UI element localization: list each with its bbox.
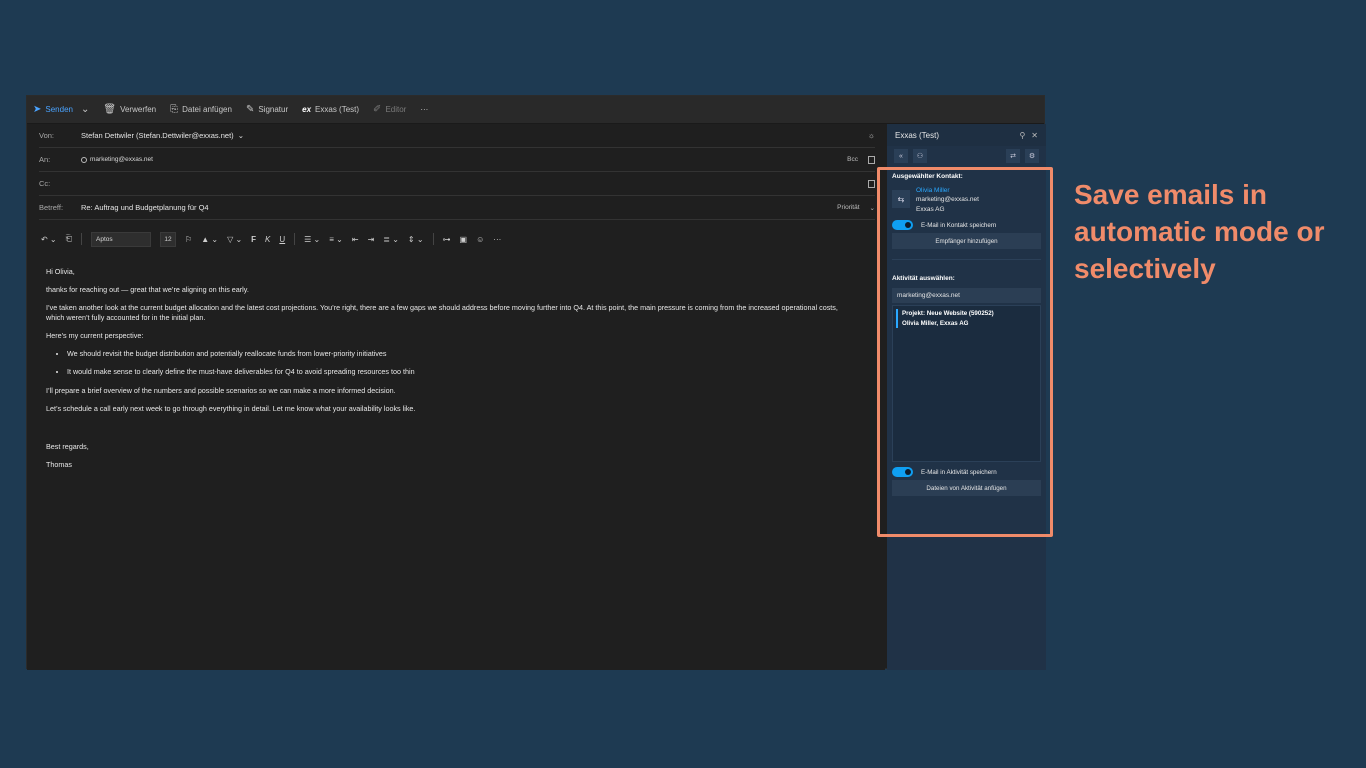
back-icon[interactable]: « <box>894 149 908 163</box>
subject-row: Betreff: Re: Auftrag und Budgetplanung f… <box>39 196 875 220</box>
from-label: Von: <box>39 131 55 140</box>
gear-icon[interactable]: ⚙ <box>1025 149 1039 163</box>
subject-field[interactable]: Re: Auftrag und Budgetplanung für Q4 <box>81 203 837 212</box>
refresh-icon[interactable]: ⇄ <box>1006 149 1020 163</box>
cc-label: Cc: <box>39 179 51 188</box>
contact-status-icon <box>81 156 87 163</box>
send-icon: ➤ <box>33 103 42 115</box>
clipboard-icon[interactable]: ⎗ <box>66 234 72 244</box>
image-icon[interactable]: ▣ <box>460 235 468 244</box>
format-toolbar: ↶ ⌄ ⎗ Aptos 12 ⚐ ▲ ⌄ ▽ ⌄ F K U ☰ ⌄ ≡ ⌄ ⇤… <box>41 229 875 249</box>
font-color-icon[interactable]: ▽ ⌄ <box>227 235 242 244</box>
to-field[interactable]: marketing@exxas.net <box>81 156 847 163</box>
address-book-icon[interactable] <box>868 179 875 188</box>
pin-icon[interactable]: ⚲ <box>1019 131 1025 140</box>
highlight-box <box>877 167 1053 537</box>
underline-icon[interactable]: U <box>279 235 285 244</box>
italic-icon[interactable]: K <box>265 235 270 244</box>
more-options-button[interactable]: ··· <box>420 105 428 114</box>
pen-icon: ✎ <box>245 103 255 115</box>
divider <box>294 233 296 245</box>
cc-row: Cc: <box>39 172 875 196</box>
numbered-list-icon[interactable]: ≡ ⌄ <box>329 235 343 244</box>
editor-icon: ✐ <box>373 103 382 115</box>
divider <box>432 233 434 245</box>
email-body[interactable]: Hi Olivia, thanks for reaching out — gre… <box>46 267 856 478</box>
attach-file-button[interactable]: ⎘ Datei anfügen <box>170 103 232 115</box>
discard-button[interactable]: 🗑 Verwerfen <box>103 103 156 115</box>
priority-dropdown[interactable]: Priorität ⌄ <box>837 204 875 212</box>
list-item: We should revisit the budget distributio… <box>67 349 856 359</box>
to-row: An: marketing@exxas.net Bcc <box>39 148 875 172</box>
editor-button[interactable]: ✐ Editor <box>373 103 406 115</box>
bold-icon[interactable]: F <box>251 235 256 244</box>
exxas-addin-button[interactable]: ex Exxas (Test) <box>302 105 359 114</box>
chevron-down-icon[interactable]: ⌄ <box>81 104 89 115</box>
align-icon[interactable]: ≣ ⌄ <box>383 235 399 244</box>
chevron-down-icon: ⌄ <box>237 131 244 140</box>
divider <box>81 233 83 245</box>
pane-toolbar: « ⚇ ⇄ ⚙ <box>887 146 1046 166</box>
paragraph: I’ve taken another look at the current b… <box>46 303 838 323</box>
bcc-button[interactable]: Bcc <box>847 156 858 163</box>
font-family-select[interactable]: Aptos <box>91 231 152 247</box>
paragraph: thanks for reaching out — great that we’… <box>46 285 249 295</box>
paragraph: I’ll prepare a brief overview of the num… <box>46 385 396 395</box>
pane-title: Exxas (Test) <box>895 130 940 140</box>
signature-button[interactable]: ✎ Signatur <box>245 103 288 115</box>
trash-icon: 🗑 <box>103 103 117 115</box>
highlight-color-icon[interactable]: ▲ ⌄ <box>201 235 218 244</box>
paragraph: Let’s schedule a call early next week to… <box>46 403 416 413</box>
font-size-select[interactable]: 12 <box>160 231 177 247</box>
sun-icon[interactable]: ☼ <box>868 131 875 140</box>
indent-icon[interactable]: ⇥ <box>368 235 375 244</box>
more-format-icon[interactable]: ··· <box>493 235 501 244</box>
format-painter-icon[interactable]: ⚐ <box>185 235 192 244</box>
from-row: Von: Stefan Dettwiler (Stefan.Dettwiler@… <box>39 124 875 148</box>
compose-area: Von: Stefan Dettwiler (Stefan.Dettwiler@… <box>27 124 885 670</box>
line-spacing-icon[interactable]: ⇕ ⌄ <box>408 235 424 244</box>
exxas-logo-icon: ex <box>302 105 312 114</box>
recipient-chip[interactable]: marketing@exxas.net <box>81 156 153 163</box>
list-item: It would make sense to clearly define th… <box>67 367 856 377</box>
paragraph: Here’s my current perspective: <box>46 331 144 341</box>
contacts-icon[interactable]: ⚇ <box>913 149 927 163</box>
outdent-icon[interactable]: ⇤ <box>352 235 359 244</box>
undo-icon[interactable]: ↶ ⌄ <box>41 235 57 244</box>
subject-label: Betreff: <box>39 203 64 212</box>
send-button[interactable]: ➤ Senden ⌄ <box>33 103 89 115</box>
signature: Thomas <box>46 459 72 469</box>
closing: Best regards, <box>46 441 89 451</box>
link-icon[interactable]: ⊶ <box>443 235 451 244</box>
bullet-list-icon[interactable]: ☰ ⌄ <box>304 235 320 244</box>
paperclip-icon: ⎘ <box>170 103 179 115</box>
bullet-list: We should revisit the budget distributio… <box>67 349 856 377</box>
to-label: An: <box>39 155 51 164</box>
compose-toolbar: ➤ Senden ⌄ 🗑 Verwerfen ⎘ Datei anfügen ✎… <box>27 96 1044 124</box>
from-field[interactable]: Stefan Dettwiler (Stefan.Dettwiler@exxas… <box>81 131 868 140</box>
pane-header: Exxas (Test) ⚲ ✕ <box>887 124 1046 146</box>
close-icon[interactable]: ✕ <box>1031 131 1038 140</box>
chevron-down-icon: ⌄ <box>869 204 875 212</box>
callout-text: Save emails in automatic mode or selecti… <box>1074 179 1325 284</box>
address-book-icon[interactable] <box>868 155 875 164</box>
emoji-icon[interactable]: ☺ <box>476 235 484 244</box>
greeting: Hi Olivia, <box>46 267 75 276</box>
